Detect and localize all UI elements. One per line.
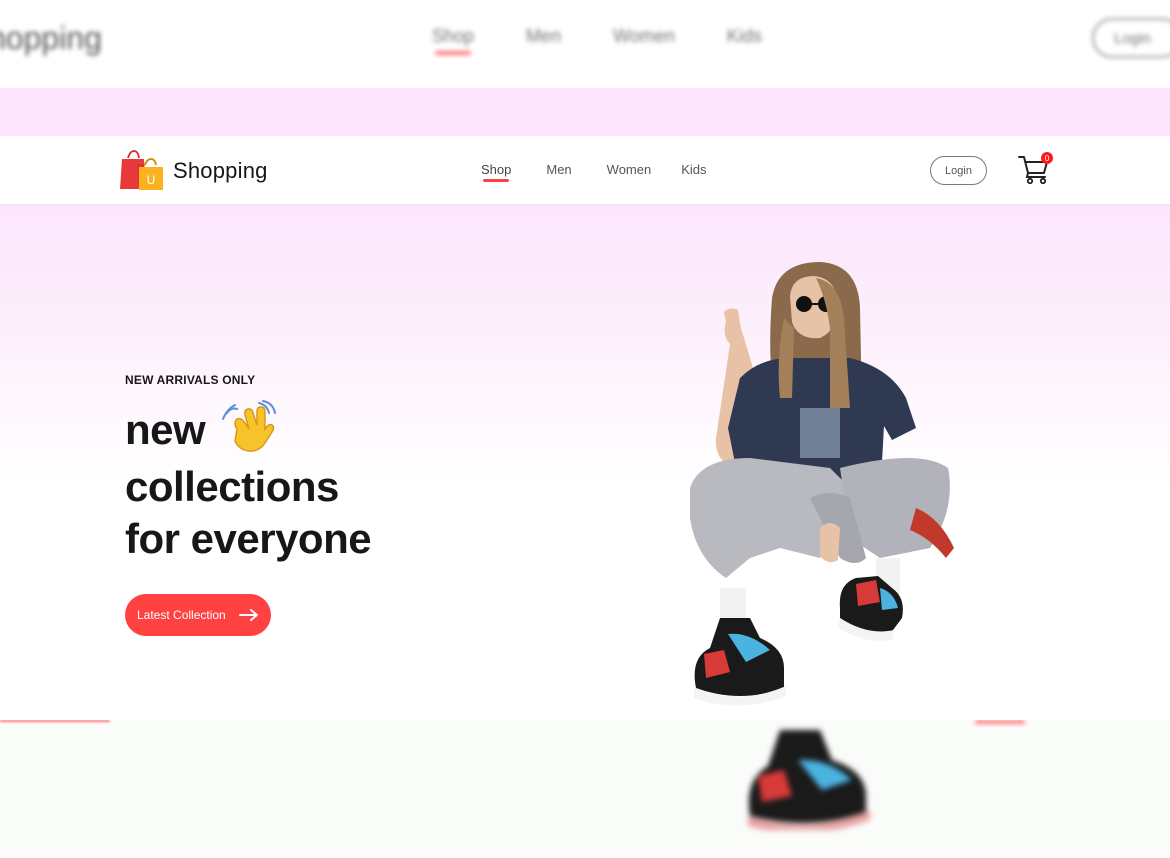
arrow-right-icon: [239, 609, 258, 621]
cta-label: Latest Collection: [137, 608, 226, 622]
shopping-bag-logo-icon[interactable]: U: [120, 150, 166, 192]
login-button[interactable]: Login: [930, 156, 987, 185]
backdrop-brand: hopping: [0, 20, 102, 56]
backdrop-sneaker-image: [748, 730, 870, 830]
backdrop-accent-line-left: [0, 720, 110, 722]
waving-hand-icon: [222, 399, 277, 452]
backdrop-menu-men: Men: [526, 26, 562, 46]
active-underline: [483, 179, 509, 182]
hero-headline: new collections for everyone: [125, 399, 372, 565]
headline-line-2: collections: [125, 462, 339, 510]
hero-kicker: NEW ARRIVALS ONLY: [125, 373, 256, 387]
backdrop-accent-line-right: [975, 720, 1025, 724]
backdrop-nav: hopping Shop Men Women Kids Login: [0, 0, 1170, 88]
hero-model-image: [690, 262, 954, 706]
main-menu: Shop Men Women Kids: [481, 162, 707, 182]
backdrop-menu: Shop Men Women Kids: [432, 26, 762, 55]
latest-collection-button[interactable]: Latest Collection: [125, 594, 271, 636]
cart-count-badge: 0: [1041, 152, 1053, 164]
backdrop-pink-band: [0, 88, 1170, 136]
backdrop-menu-women: Women: [613, 26, 675, 46]
headline-line-3: for everyone: [125, 514, 372, 562]
menu-item-women[interactable]: Women: [607, 162, 652, 177]
hero-card: U Shopping Shop Men Women Kids Login 0 N…: [0, 136, 1170, 720]
menu-item-men[interactable]: Men: [546, 162, 571, 177]
menu-item-shop[interactable]: Shop: [481, 162, 511, 182]
navbar: U Shopping Shop Men Women Kids Login 0: [0, 136, 1170, 204]
brand-name[interactable]: Shopping: [173, 158, 268, 184]
backdrop-menu-shop: Shop: [432, 26, 474, 55]
backdrop-bottom: [0, 720, 1170, 858]
svg-text:U: U: [147, 173, 156, 187]
menu-item-kids[interactable]: Kids: [681, 162, 706, 177]
backdrop-login: Login: [1092, 18, 1170, 58]
headline-line-1: new: [125, 399, 371, 461]
backdrop-menu-kids: Kids: [726, 26, 762, 46]
